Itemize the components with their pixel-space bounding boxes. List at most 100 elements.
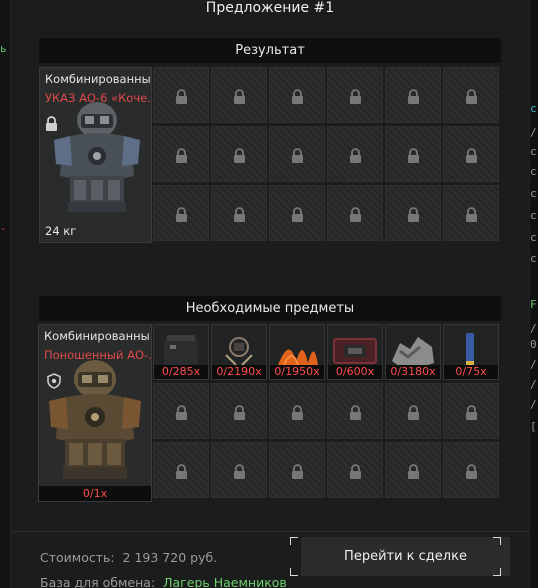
lock-icon xyxy=(175,405,188,421)
locked-slot xyxy=(211,185,267,241)
lock-icon xyxy=(407,405,420,421)
required-material-slot[interactable]: 0/1950x xyxy=(269,324,325,380)
locked-slot xyxy=(327,185,383,241)
lock-icon xyxy=(349,207,362,223)
armor-vest-icon xyxy=(54,102,140,212)
lock-icon xyxy=(233,405,246,421)
required-material-slot[interactable]: 0/2190x xyxy=(211,324,267,380)
background-panel-right: с / с с с с с с F / 0 / / / [ xyxy=(529,0,538,588)
background-glyph: / xyxy=(530,126,537,139)
lock-icon xyxy=(175,148,188,164)
lock-icon xyxy=(46,116,57,131)
lock-icon xyxy=(465,464,478,480)
lock-icon xyxy=(465,207,478,223)
background-glyph: с xyxy=(530,187,537,200)
lock-icon xyxy=(465,148,478,164)
locked-slot xyxy=(443,383,499,439)
locked-slot xyxy=(269,185,325,241)
required-item-card[interactable]: Комбинированны.. Поношенный АО-.. 0/1x xyxy=(38,324,152,502)
button-corner-bottom-left xyxy=(290,568,298,576)
locked-slot xyxy=(211,67,267,123)
button-corner-top-right xyxy=(493,537,501,545)
locked-slot xyxy=(385,185,441,241)
background-glyph: - xyxy=(0,222,7,235)
locked-slot xyxy=(327,442,383,498)
trade-offer-modal: Предложение #1 Результат Комбинированны.… xyxy=(11,0,529,588)
background-glyph: с xyxy=(530,165,537,178)
locked-slot xyxy=(153,67,209,123)
lock-icon xyxy=(291,464,304,480)
cost-row: Стоимость: 2 193 720 руб. xyxy=(40,550,217,565)
cost-label: Стоимость: xyxy=(40,550,115,565)
lock-icon xyxy=(233,148,246,164)
background-glyph: с xyxy=(530,252,537,265)
lock-icon xyxy=(233,207,246,223)
locked-slot xyxy=(211,383,267,439)
base-value[interactable]: Лагерь Наемников xyxy=(163,575,287,588)
locked-slot xyxy=(153,185,209,241)
lock-icon xyxy=(407,148,420,164)
background-glyph: с xyxy=(530,231,537,244)
lock-icon xyxy=(407,464,420,480)
locked-slot xyxy=(211,442,267,498)
required-material-slot[interactable]: 0/285x xyxy=(153,324,209,380)
lock-icon xyxy=(175,207,188,223)
result-item-subname: УКАЗ АО-6 «Коче.. xyxy=(45,91,152,105)
lock-icon xyxy=(349,148,362,164)
required-material-slot[interactable]: 0/600x xyxy=(327,324,383,380)
footer-divider xyxy=(11,531,529,532)
background-glyph: F xyxy=(530,298,537,311)
result-item-card[interactable]: Комбинированны.. УКАЗ АО-6 «Коче.. 24 кг xyxy=(39,67,152,243)
locked-slot xyxy=(153,126,209,182)
screen: ь - с / с с с с с с F / 0 / / / [ Предло… xyxy=(0,0,538,588)
background-panel-left: ь - xyxy=(0,0,11,588)
material-count: 0/1950x xyxy=(270,365,324,379)
lock-icon xyxy=(175,464,188,480)
locked-slot xyxy=(153,442,209,498)
background-glyph: [ xyxy=(530,420,537,433)
lock-icon xyxy=(349,405,362,421)
required-material-slot[interactable]: 0/75x xyxy=(443,324,499,380)
lock-icon xyxy=(465,405,478,421)
locked-slot xyxy=(385,383,441,439)
background-glyph: с xyxy=(530,145,537,158)
background-glyph: / xyxy=(530,322,537,335)
locked-slot xyxy=(153,383,209,439)
background-glyph: с xyxy=(530,102,537,115)
material-count: 0/600x xyxy=(328,365,382,379)
required-item-subname: Поношенный АО-.. xyxy=(44,348,152,362)
button-corner-top-left xyxy=(290,537,298,545)
lock-icon xyxy=(407,207,420,223)
lock-icon xyxy=(349,464,362,480)
shield-badge-icon xyxy=(47,373,61,389)
locked-slot xyxy=(269,442,325,498)
locked-slot xyxy=(385,442,441,498)
background-glyph: / xyxy=(530,358,537,371)
locked-slot xyxy=(269,383,325,439)
lock-icon xyxy=(291,148,304,164)
background-glyph: 0 xyxy=(530,338,537,351)
locked-slot xyxy=(443,442,499,498)
lock-icon xyxy=(465,89,478,105)
background-glyph: ь xyxy=(0,42,7,55)
lock-icon xyxy=(291,89,304,105)
base-label: База для обмена: xyxy=(40,575,156,588)
locked-slot xyxy=(385,67,441,123)
material-count: 0/285x xyxy=(154,365,208,379)
locked-slot xyxy=(443,126,499,182)
locked-slot xyxy=(443,67,499,123)
lock-icon xyxy=(407,89,420,105)
locked-slot xyxy=(385,126,441,182)
go-to-deal-button[interactable]: Перейти к сделке xyxy=(301,537,510,576)
background-glyph: / xyxy=(530,378,537,391)
locked-slot xyxy=(327,126,383,182)
lock-icon xyxy=(349,89,362,105)
background-glyph: с xyxy=(530,209,537,222)
required-material-slot[interactable]: 0/3180x xyxy=(385,324,441,380)
material-count: 0/3180x xyxy=(386,365,440,379)
locked-slot xyxy=(269,126,325,182)
required-item-name: Комбинированны.. xyxy=(44,329,152,343)
lock-icon xyxy=(291,207,304,223)
lock-icon xyxy=(291,405,304,421)
background-glyph: / xyxy=(530,398,537,411)
